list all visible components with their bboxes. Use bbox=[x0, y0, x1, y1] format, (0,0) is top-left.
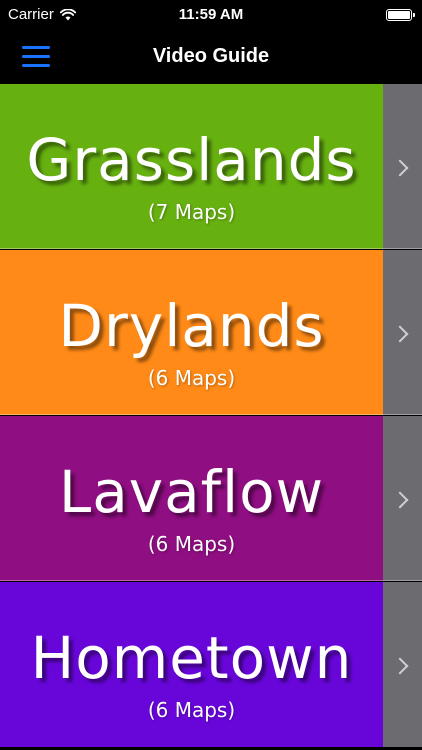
chevron-right-icon bbox=[391, 325, 409, 342]
list-item-hometown[interactable]: Hometown (6 Maps) bbox=[0, 582, 422, 747]
status-time: 11:59 AM bbox=[178, 6, 244, 23]
row-background: Drylands (6 Maps) bbox=[0, 250, 383, 415]
disclosure-accessory[interactable] bbox=[383, 416, 422, 581]
battery-icon bbox=[386, 9, 415, 21]
row-subtitle: (6 Maps) bbox=[147, 698, 236, 722]
row-separator bbox=[0, 580, 422, 581]
row-title: Grasslands bbox=[26, 126, 357, 194]
disclosure-accessory[interactable] bbox=[383, 582, 422, 747]
row-title: Hometown bbox=[30, 624, 353, 692]
list-item-drylands[interactable]: Drylands (6 Maps) bbox=[0, 250, 422, 415]
chevron-right-icon bbox=[391, 159, 409, 176]
row-subtitle: (6 Maps) bbox=[147, 532, 236, 556]
row-separator bbox=[0, 414, 422, 415]
list-item-lavaflow[interactable]: Lavaflow (6 Maps) bbox=[0, 416, 422, 581]
status-bar: Carrier 11:59 AM bbox=[0, 0, 422, 32]
row-title: Drylands bbox=[58, 292, 325, 360]
row-subtitle: (7 Maps) bbox=[147, 200, 236, 224]
row-background: Lavaflow (6 Maps) bbox=[0, 416, 383, 581]
row-separator bbox=[0, 248, 422, 249]
chevron-right-icon bbox=[391, 491, 409, 508]
row-background: Hometown (6 Maps) bbox=[0, 582, 383, 747]
nav-bar: Video Guide bbox=[0, 32, 422, 84]
list-item-grasslands[interactable]: Grasslands (7 Maps) bbox=[0, 84, 422, 249]
page-title: Video Guide bbox=[152, 45, 270, 67]
disclosure-accessory[interactable] bbox=[383, 250, 422, 415]
disclosure-accessory[interactable] bbox=[383, 84, 422, 249]
map-category-list: Grasslands (7 Maps) Drylands (6 Maps) La… bbox=[0, 84, 422, 750]
row-title: Lavaflow bbox=[58, 458, 325, 526]
row-background: Grasslands (7 Maps) bbox=[0, 84, 383, 249]
chevron-right-icon bbox=[391, 657, 409, 674]
row-subtitle: (6 Maps) bbox=[147, 366, 236, 390]
